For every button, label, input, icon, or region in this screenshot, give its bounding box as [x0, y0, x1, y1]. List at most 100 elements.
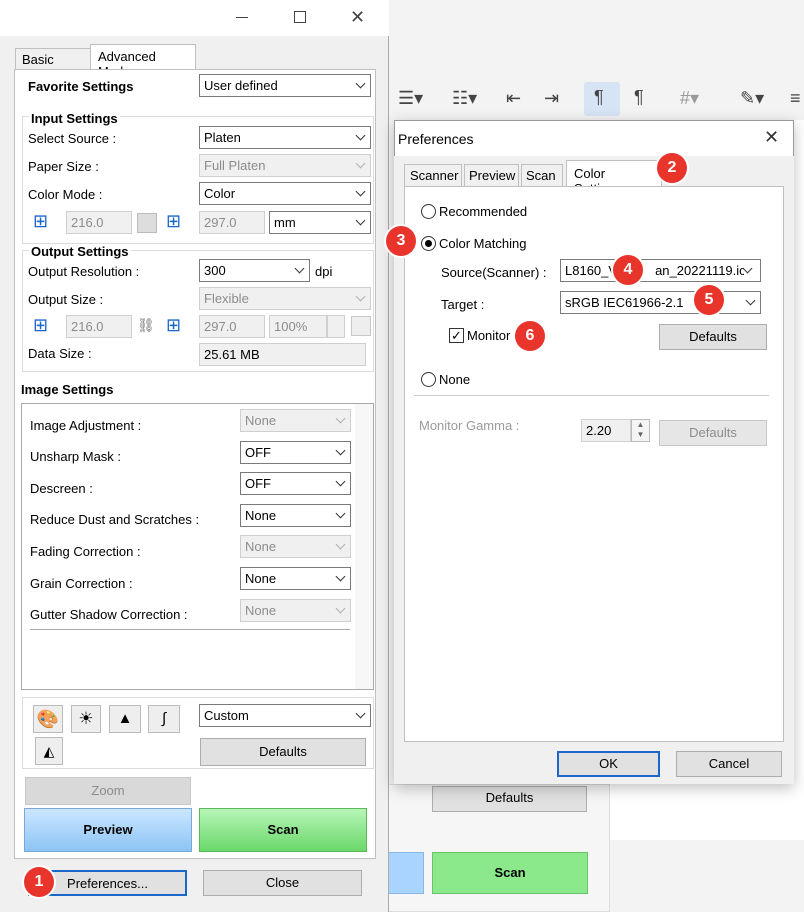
none-label: None: [439, 372, 471, 387]
color-palette-icon[interactable]: 🎨: [33, 705, 63, 733]
unit-select[interactable]: mm: [269, 211, 371, 234]
recommended-label: Recommended: [439, 204, 528, 219]
grain-correction-select[interactable]: None: [240, 567, 351, 590]
rtl-paragraph-icon[interactable]: ¶: [634, 87, 644, 108]
gamma-defaults-button: Defaults: [659, 420, 767, 446]
color-matching-radio[interactable]: [421, 236, 436, 251]
image-settings-divider: [30, 629, 350, 630]
descreen-select[interactable]: OFF: [240, 472, 351, 495]
unsharp-mask-label: Unsharp Mask :: [30, 449, 122, 464]
none-radio[interactable]: [421, 372, 436, 387]
fading-correction-select: None: [240, 535, 351, 558]
dialog-title: Preferences: [398, 131, 474, 147]
data-size-field: 25.61 MB: [199, 343, 366, 366]
close-icon[interactable]: ✕: [350, 7, 365, 28]
output-height-icon: ⊞: [166, 315, 182, 335]
input-height-field: 297.0: [199, 211, 265, 234]
image-settings-scrollbar[interactable]: [355, 404, 373, 689]
dialog-close-icon[interactable]: ✕: [764, 127, 779, 148]
source-scanner-select[interactable]: L8160_V an_20221119.icm: [560, 259, 761, 282]
brightness-icon[interactable]: ☀: [71, 705, 101, 733]
outdent-icon[interactable]: ⇤: [506, 88, 521, 109]
tab-preview[interactable]: Preview: [464, 164, 519, 186]
tab-scan[interactable]: Scan: [521, 164, 563, 186]
output-resolution-label: Output Resolution :: [28, 264, 140, 279]
source-scanner-label: Source(Scanner) :: [441, 265, 547, 280]
width-icon: ⊞: [33, 211, 49, 231]
background-scan-button: Scan: [432, 852, 588, 894]
pen-icon[interactable]: ✎▾: [740, 88, 764, 109]
output-height-field: 297.0: [199, 315, 265, 338]
background-blue-button: [388, 852, 424, 894]
input-width-field: 216.0: [66, 211, 132, 234]
reduce-dust-select[interactable]: None: [240, 504, 351, 527]
preview-button[interactable]: Preview: [24, 808, 192, 852]
reduce-dust-label: Reduce Dust and Scratches :: [30, 512, 200, 527]
scale-stepper: [327, 315, 345, 338]
recommended-radio[interactable]: [421, 204, 436, 219]
select-source-label: Select Source :: [28, 131, 117, 146]
gutter-shadow-select: None: [240, 599, 351, 622]
output-settings-heading: Output Settings: [29, 244, 131, 259]
favorite-settings-label: Favorite Settings: [28, 79, 134, 94]
output-size-select: Flexible: [199, 287, 371, 310]
paper-size-select: Full Platen: [199, 154, 371, 177]
close-button[interactable]: Close: [203, 870, 362, 896]
height-icon: ⊞: [166, 211, 182, 231]
indent-icon[interactable]: ⇥: [544, 88, 559, 109]
grain-correction-label: Grain Correction :: [30, 576, 133, 591]
monitor-checkbox[interactable]: ✓: [449, 328, 464, 343]
histogram-icon[interactable]: ▲: [109, 705, 141, 733]
descreen-label: Descreen :: [30, 481, 93, 496]
tab-color-settings[interactable]: Color Settings: [566, 160, 662, 196]
favorite-settings-select[interactable]: User defined: [199, 74, 371, 97]
cancel-button[interactable]: Cancel: [676, 751, 782, 777]
image-settings-heading: Image Settings: [21, 382, 114, 397]
target-label: Target :: [441, 297, 485, 312]
trim-icon: [351, 316, 371, 336]
zoom-button: Zoom: [25, 777, 191, 805]
target-select[interactable]: sRGB IEC61966-2.1: [560, 291, 761, 314]
color-mode-select[interactable]: Color: [199, 182, 371, 205]
output-width-field: 216.0: [66, 315, 132, 338]
tab-advanced-mode[interactable]: Advanced Mode: [90, 44, 196, 79]
rotate-icon: [137, 213, 157, 233]
tone-defaults-button[interactable]: Defaults: [200, 738, 366, 766]
tab-basic-mode[interactable]: Basic Mode: [15, 48, 91, 82]
monitor-gamma-label: Monitor Gamma :: [419, 418, 520, 433]
window-titlebar: [0, 0, 389, 36]
more-icon[interactable]: ≡: [790, 88, 801, 109]
ok-button[interactable]: OK: [557, 751, 660, 777]
image-adjustment-label: Image Adjustment :: [30, 418, 142, 433]
step-badge-3: 3: [386, 226, 416, 256]
step-badge-5: 5: [694, 285, 724, 315]
table-icon[interactable]: #▾: [680, 88, 699, 109]
ltr-paragraph-icon: ¶: [594, 87, 604, 107]
select-source-select[interactable]: Platen: [199, 126, 371, 149]
step-badge-6: 6: [515, 321, 545, 351]
step-badge-1: 1: [24, 867, 54, 897]
step-badge-2: 2: [657, 153, 687, 183]
data-size-label: Data Size :: [28, 346, 92, 361]
maximize-icon[interactable]: [294, 11, 306, 23]
tone-preset-select[interactable]: Custom: [199, 704, 371, 727]
step-badge-4: 4: [613, 255, 643, 285]
bullet-list-icon[interactable]: ☰▾: [398, 88, 423, 109]
output-resolution-select[interactable]: 300: [199, 259, 310, 282]
minimize-icon[interactable]: [236, 17, 248, 18]
image-histogram-icon[interactable]: ◭: [35, 737, 63, 765]
output-size-label: Output Size :: [28, 292, 104, 307]
unsharp-mask-select[interactable]: OFF: [240, 441, 351, 464]
monitor-gamma-field: 2.20: [581, 419, 631, 442]
numbered-list-icon[interactable]: ☷▾: [452, 88, 477, 109]
color-defaults-button[interactable]: Defaults: [659, 324, 767, 350]
paper-size-label: Paper Size :: [28, 159, 99, 174]
tone-curve-icon[interactable]: ∫: [148, 705, 180, 733]
input-settings-heading: Input Settings: [29, 111, 120, 126]
image-adjustment-select: None: [240, 409, 351, 432]
tab-scanner[interactable]: Scanner: [404, 164, 462, 186]
dialog-divider: [414, 395, 769, 396]
background-defaults-button-2: Defaults: [432, 786, 587, 812]
gutter-shadow-label: Gutter Shadow Correction :: [30, 607, 188, 622]
scan-button[interactable]: Scan: [199, 808, 367, 852]
